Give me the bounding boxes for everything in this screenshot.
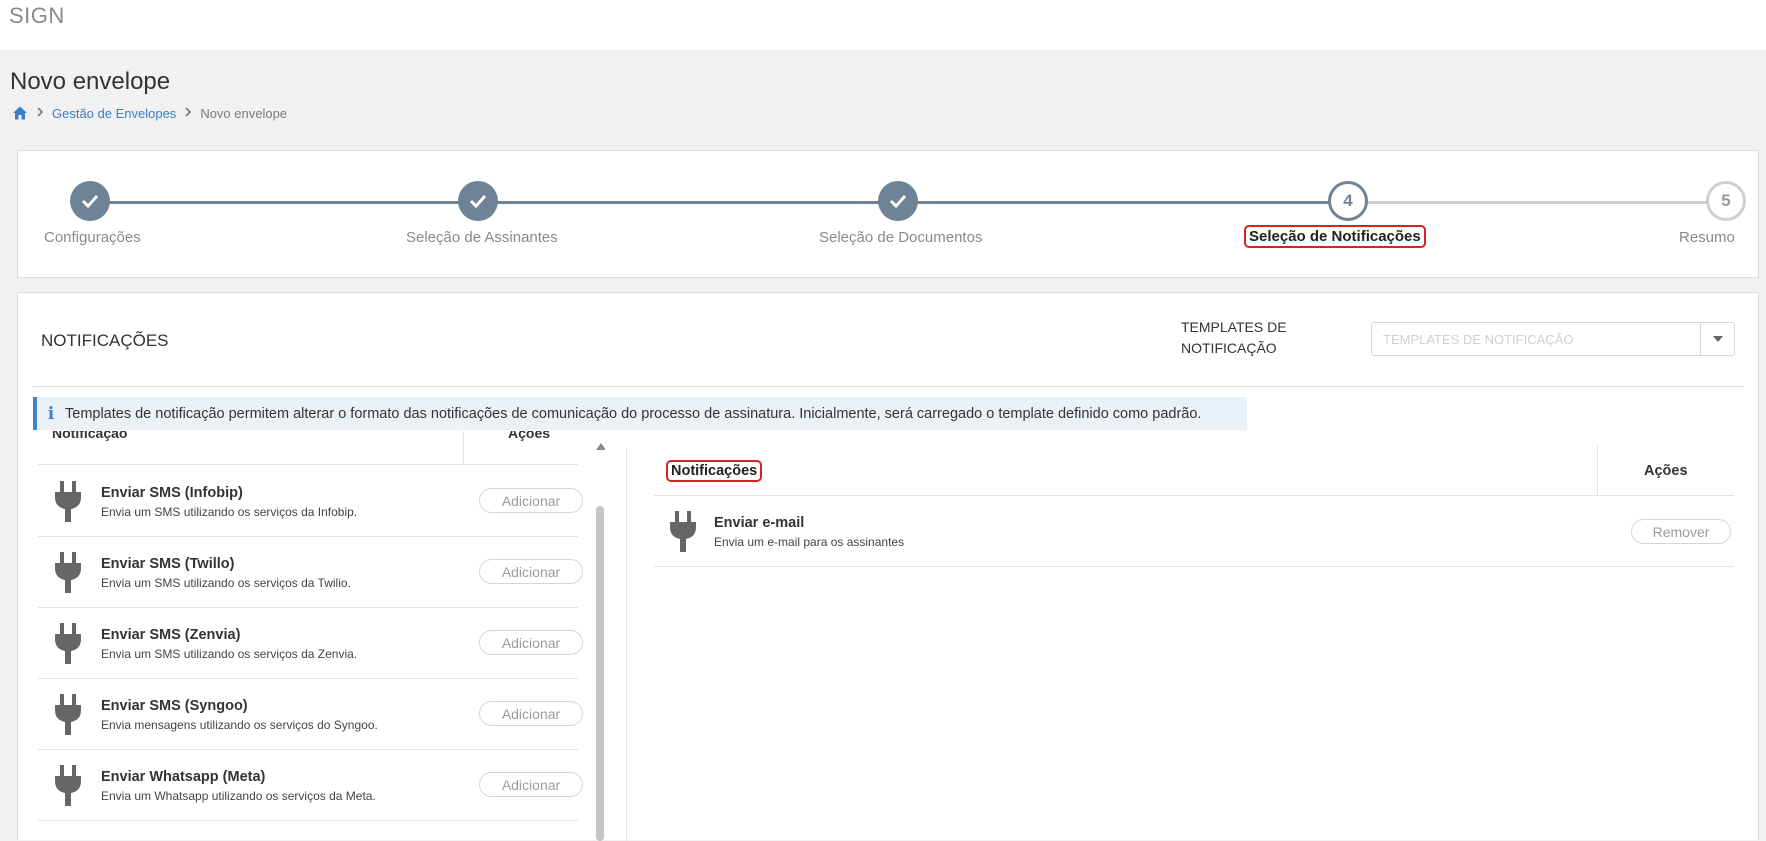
plug-icon [53, 481, 83, 523]
templates-label-line1: TEMPLATES DE [1181, 319, 1287, 335]
plug-icon [668, 511, 698, 553]
step-5-circle[interactable]: 5 [1706, 181, 1746, 221]
templates-label: TEMPLATES DE NOTIFICAÇÃO [1181, 317, 1287, 359]
notification-description: Envia um Whatsapp utilizando os serviços… [101, 789, 376, 803]
chevron-right-icon [36, 106, 44, 120]
scrollbar-thumb[interactable] [596, 506, 604, 841]
breadcrumb: Gestão de Envelopes Novo envelope [12, 105, 287, 121]
info-text: Templates de notificação permitem altera… [65, 405, 1202, 422]
add-button[interactable]: Adicionar [479, 488, 583, 513]
list-item: Enviar SMS (Twillo) Envia um SMS utiliza… [38, 537, 583, 608]
plug-icon [53, 623, 83, 665]
info-alert: i Templates de notificação permitem alte… [33, 397, 1247, 430]
templates-select-placeholder: TEMPLATES DE NOTIFICAÇÃO [1383, 332, 1574, 347]
table-row: Enviar e-mail Envia um e-mail para os as… [654, 497, 1734, 567]
step-4-label: Seleção de Notificações [1244, 225, 1426, 248]
list-item: Enviar Whatsapp (Meta) Envia um Whatsapp… [38, 750, 583, 821]
step-5-label: Resumo [1679, 229, 1735, 246]
notification-title: Enviar SMS (Twillo) [101, 556, 235, 572]
notification-title: Enviar e-mail [714, 515, 805, 531]
scroll-up-arrow-icon[interactable] [596, 443, 605, 450]
selected-notifications-table: Notificações Ações Enviar e-mail Envia u… [654, 446, 1734, 841]
notification-title: Enviar SMS (Syngoo) [101, 698, 248, 714]
step-3-check-icon[interactable] [878, 181, 918, 221]
available-notifications-list[interactable]: Notificação Ações Enviar SMS (Infobip) E… [38, 431, 605, 841]
home-icon[interactable] [12, 105, 28, 121]
notification-description: Envia um e-mail para os assinantes [714, 535, 905, 549]
plug-icon [53, 694, 83, 736]
list-item: Enviar SMS (Zenvia) Envia um SMS utiliza… [38, 608, 583, 679]
notification-title: Enviar SMS (Zenvia) [101, 627, 241, 643]
stepper-remaining-line [1354, 201, 1732, 204]
chevron-right-icon [184, 106, 192, 120]
available-col-actions: Ações [508, 431, 551, 441]
add-button[interactable]: Adicionar [479, 701, 583, 726]
step-4-circle[interactable]: 4 [1328, 181, 1368, 221]
panel-divider [626, 448, 627, 841]
step-2-label: Seleção de Assinantes [406, 229, 558, 246]
add-button[interactable]: Adicionar [479, 630, 583, 655]
notification-description: Envia um SMS utilizando os serviços da T… [101, 576, 351, 590]
step-2-check-icon[interactable] [458, 181, 498, 221]
notification-description: Envia mensagens utilizando os serviços d… [101, 718, 378, 732]
add-button[interactable]: Adicionar [479, 772, 583, 797]
templates-select[interactable]: TEMPLATES DE NOTIFICAÇÃO [1371, 322, 1735, 356]
add-button[interactable]: Adicionar [479, 559, 583, 584]
available-col-notification: Notificação [52, 431, 128, 441]
notification-description: Envia um SMS utilizando os serviços da I… [101, 505, 358, 519]
section-title: NOTIFICAÇÕES [41, 331, 169, 350]
breadcrumb-link-envelopes[interactable]: Gestão de Envelopes [52, 106, 176, 121]
notification-title: Enviar Whatsapp (Meta) [101, 769, 266, 785]
list-item: Enviar SMS (Infobip) Envia um SMS utiliz… [38, 466, 583, 537]
plug-icon [53, 765, 83, 807]
stepper-progress-line [90, 201, 1354, 204]
info-icon: i [47, 403, 55, 424]
header-separator [1597, 446, 1598, 496]
selected-table-header: Notificações Ações [654, 446, 1734, 496]
step-1-label: Configurações [44, 229, 141, 246]
notifications-card: NOTIFICAÇÕES TEMPLATES DE NOTIFICAÇÃO TE… [17, 292, 1759, 841]
header-separator [463, 431, 464, 465]
selected-col-notification: Notificações [666, 460, 763, 482]
step-1-check-icon[interactable] [70, 181, 110, 221]
page-title: Novo envelope [10, 68, 171, 95]
app-brand: SIGN [9, 3, 65, 28]
templates-label-line2: NOTIFICAÇÃO [1181, 340, 1277, 356]
list-scrollbar[interactable] [595, 431, 605, 841]
list-item: Enviar SMS (Syngoo) Envia mensagens util… [38, 679, 583, 750]
section-divider [33, 386, 1744, 387]
top-bar: SIGN [0, 0, 1766, 50]
notification-description: Envia um SMS utilizando os serviços da Z… [101, 647, 358, 661]
available-list-header: Notificação Ações [38, 431, 578, 465]
stepper: Configurações Seleção de Assinantes Sele… [17, 150, 1759, 278]
remove-button[interactable]: Remover [1631, 519, 1731, 544]
step-3-label: Seleção de Documentos [819, 229, 983, 246]
notification-title: Enviar SMS (Infobip) [101, 485, 243, 501]
breadcrumb-current: Novo envelope [200, 105, 288, 121]
selected-col-actions: Ações [1644, 463, 1688, 479]
plug-icon [53, 552, 83, 594]
caret-down-icon[interactable] [1700, 323, 1734, 355]
